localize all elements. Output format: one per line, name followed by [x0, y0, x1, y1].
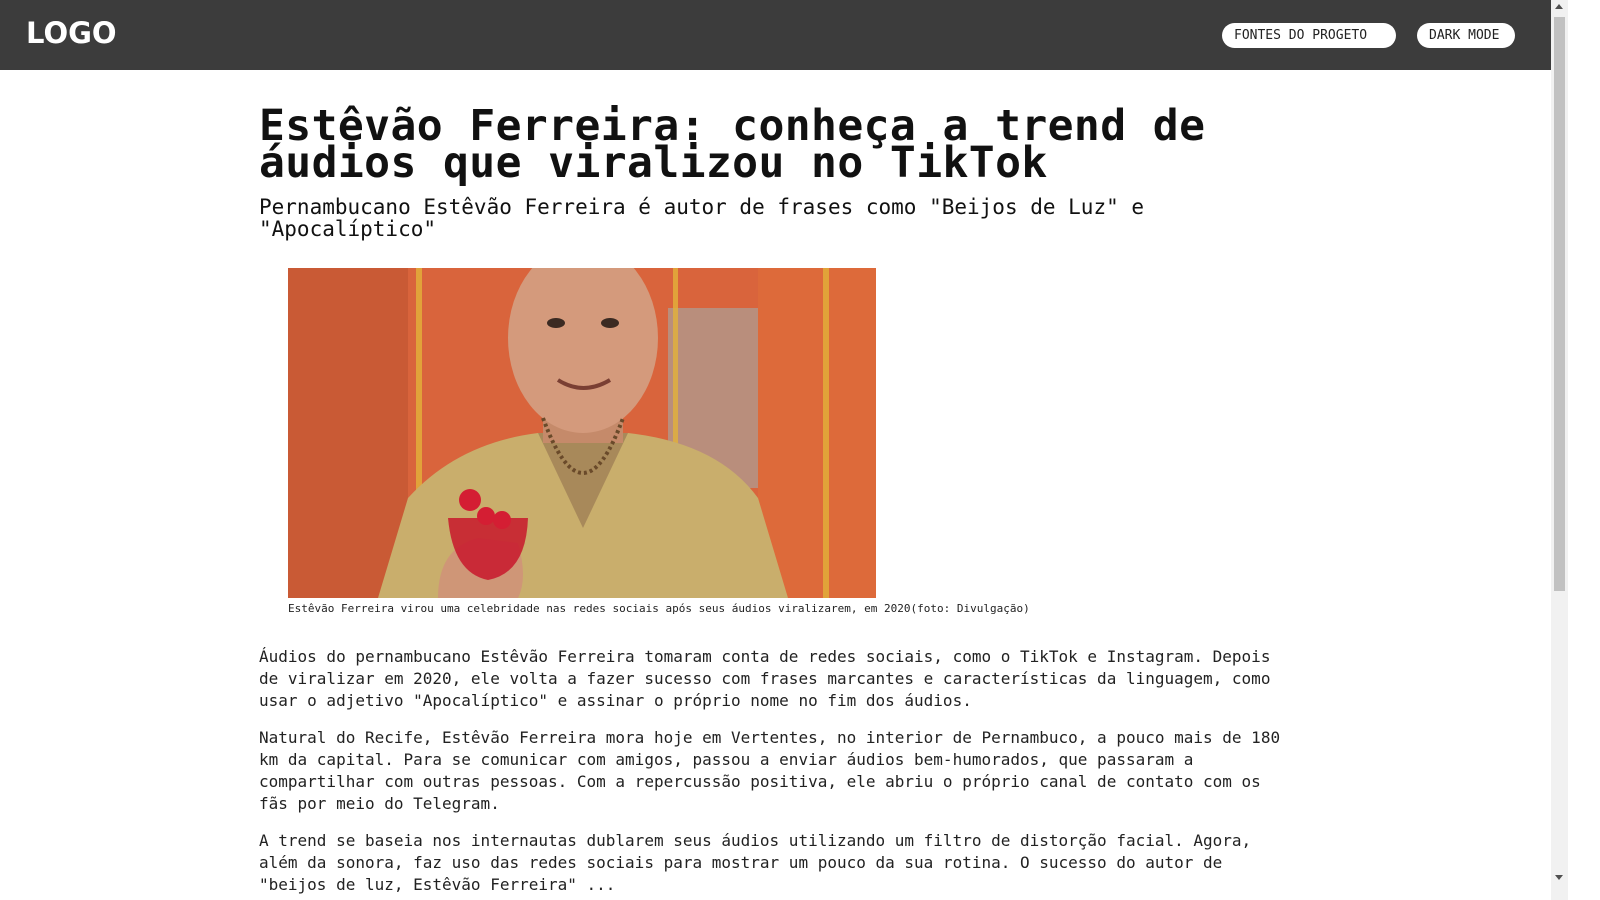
article-paragraph: Áudios do pernambucano Estêvão Ferreira …: [259, 647, 1271, 710]
site-logo[interactable]: LOGO: [26, 16, 117, 50]
article-title: Estêvão Ferreira: conheça a trend de áud…: [259, 101, 1206, 188]
article-paragraph: Natural do Recife, Estêvão Ferreira mora…: [259, 728, 1281, 813]
photo-caption: Estêvão Ferreira virou uma celebridade n…: [288, 602, 1030, 615]
article-subtitle: Pernambucano Estêvão Ferreira é autor de…: [259, 195, 1145, 241]
page-scrollbar[interactable]: [1551, 0, 1568, 900]
article-paragraph: A trend se baseia nos internautas dublar…: [259, 831, 1252, 894]
dark-mode-button[interactable]: DARK MODE: [1417, 23, 1515, 48]
project-sources-button[interactable]: FONTES DO PROGETO: [1222, 23, 1396, 48]
article-photo: [288, 268, 876, 598]
scroll-thumb[interactable]: [1554, 17, 1565, 591]
scroll-up-arrow-icon[interactable]: [1555, 4, 1563, 9]
portrait-image: [288, 268, 876, 598]
top-navbar: LOGO FONTES DO PROGETO DARK MODE: [0, 0, 1551, 70]
scroll-down-arrow-icon[interactable]: [1555, 875, 1563, 880]
